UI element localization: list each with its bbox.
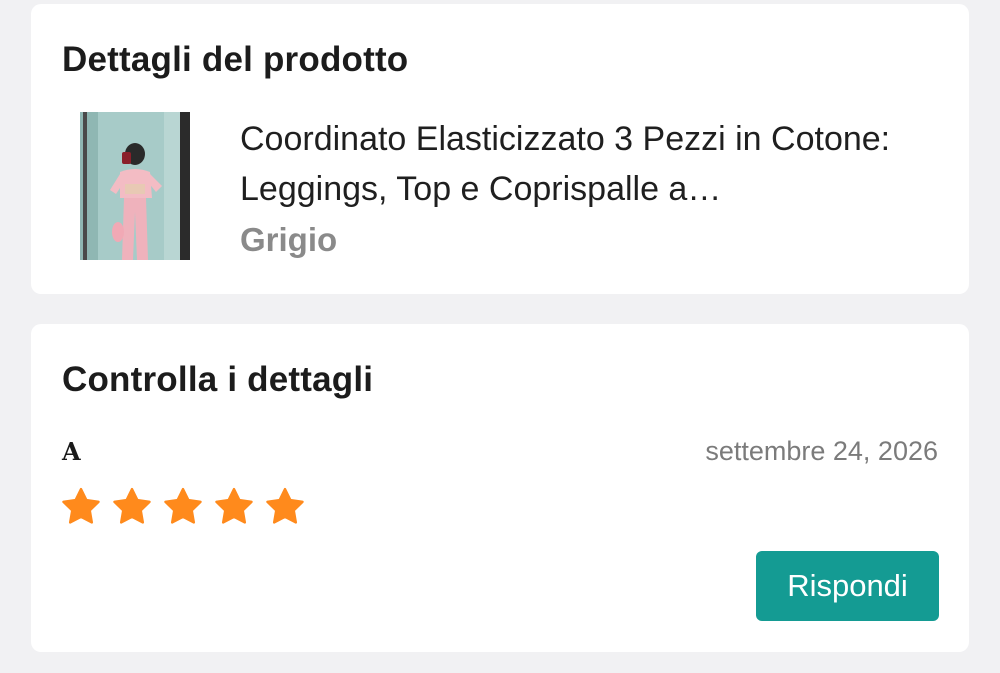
reply-button[interactable]: Rispondi bbox=[756, 551, 939, 621]
product-variant: Grigio bbox=[240, 221, 338, 258]
product-photo-icon bbox=[80, 112, 190, 260]
product-details-card: Dettagli del prodotto Coordinato Elastic… bbox=[31, 4, 969, 294]
star-icon bbox=[164, 487, 202, 524]
star-icon bbox=[113, 487, 151, 524]
product-name[interactable]: Coordinato Elasticizzato 3 Pezzi in Coto… bbox=[240, 114, 945, 214]
product-details-title: Dettagli del prodotto bbox=[62, 40, 409, 79]
star-rating bbox=[60, 486, 306, 528]
star-icon bbox=[62, 487, 100, 524]
review-details-title: Controlla i dettagli bbox=[62, 360, 374, 399]
product-thumbnail[interactable] bbox=[80, 112, 190, 260]
review-date: settembre 24, 2026 bbox=[705, 436, 938, 466]
star-icon bbox=[215, 487, 253, 524]
reviewer-initial: A bbox=[62, 437, 81, 466]
review-card: Controlla i dettagli A settembre 24, 202… bbox=[31, 324, 969, 652]
star-icon bbox=[266, 487, 304, 524]
